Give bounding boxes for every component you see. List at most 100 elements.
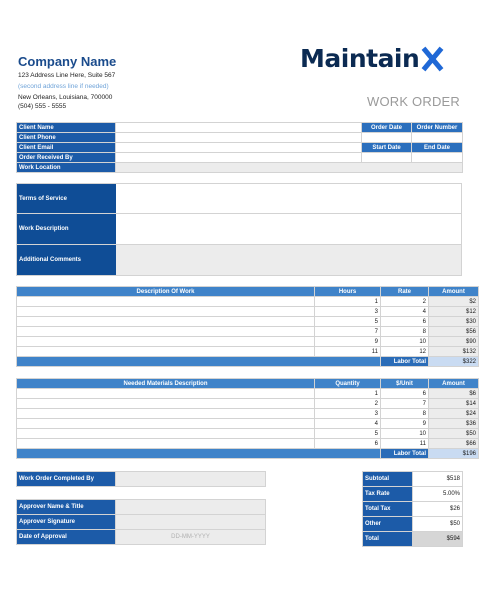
material-description-cell[interactable] xyxy=(16,398,315,409)
order-received-by-field[interactable] xyxy=(115,152,362,163)
quantity-cell[interactable]: 3 xyxy=(314,408,381,419)
approval-date-row: Date of Approval DD-MM-YYYY xyxy=(16,529,266,545)
material-description-cell[interactable] xyxy=(16,438,315,449)
approval-table: Approver Name & Title Approver Signature… xyxy=(16,499,266,545)
labor-description-cell[interactable] xyxy=(16,306,315,317)
client-email-label: Client Email xyxy=(16,142,116,153)
approver-name-field[interactable] xyxy=(115,499,266,515)
materials-description-header: Needed Materials Description xyxy=(16,378,315,389)
hours-cell[interactable]: 5 xyxy=(314,316,381,327)
materials-amount-header: Amount xyxy=(428,378,479,389)
quantity-cell[interactable]: 4 xyxy=(314,418,381,429)
unit-cell[interactable]: 6 xyxy=(380,388,429,399)
quantity-cell[interactable]: 5 xyxy=(314,428,381,439)
tax-rate-row: Tax Rate 5.00% xyxy=(362,486,463,502)
labor-total-bar xyxy=(16,356,381,367)
quantity-cell[interactable]: 2 xyxy=(314,398,381,409)
completed-by-field[interactable] xyxy=(115,471,266,487)
approver-signature-label: Approver Signature xyxy=(16,514,116,530)
labor-description-cell[interactable] xyxy=(16,346,315,357)
address-line-2: (second address line if needed) xyxy=(18,83,109,90)
client-email-field[interactable] xyxy=(115,142,362,153)
client-phone-field[interactable] xyxy=(115,132,362,143)
hours-cell[interactable]: 1 xyxy=(314,296,381,307)
rate-cell[interactable]: 2 xyxy=(380,296,429,307)
rate-cell[interactable]: 8 xyxy=(380,326,429,337)
start-date-field[interactable] xyxy=(361,152,412,163)
material-description-cell[interactable] xyxy=(16,388,315,399)
material-description-cell[interactable] xyxy=(16,428,315,439)
unit-cell[interactable]: 11 xyxy=(380,438,429,449)
table-row: 11 12 $132 xyxy=(16,346,479,357)
labor-hours-header: Hours xyxy=(314,286,381,297)
additional-comments-field[interactable] xyxy=(116,245,461,275)
city-line: New Orleans, Louisiana, 700000 xyxy=(18,94,113,101)
summary-table: Subtotal $518 Tax Rate 5.00% Total Tax $… xyxy=(362,471,463,547)
tax-rate-value[interactable]: 5.00% xyxy=(412,486,463,502)
rate-cell[interactable]: 4 xyxy=(380,306,429,317)
amount-cell: $30 xyxy=(428,316,479,327)
materials-table: Needed Materials Description Quantity $/… xyxy=(16,378,479,459)
phone-line: (504) 555 - 5555 xyxy=(18,103,67,110)
client-name-field[interactable] xyxy=(115,122,362,133)
quantity-cell[interactable]: 1 xyxy=(314,388,381,399)
labor-header-row: Description Of Work Hours Rate Amount xyxy=(16,286,479,297)
labor-description-cell[interactable] xyxy=(16,336,315,347)
start-date-label: Start Date xyxy=(361,142,412,153)
amount-cell: $6 xyxy=(428,388,479,399)
approver-signature-field[interactable] xyxy=(115,514,266,530)
client-name-label: Client Name xyxy=(16,122,116,133)
material-description-cell[interactable] xyxy=(16,408,315,419)
address-line-1: 123 Address Line Here, Suite 567 xyxy=(18,72,116,79)
labor-description-cell[interactable] xyxy=(16,316,315,327)
labor-amount-header: Amount xyxy=(428,286,479,297)
amount-cell: $50 xyxy=(428,428,479,439)
client-phone-label: Client Phone xyxy=(16,132,116,143)
labor-description-cell[interactable] xyxy=(16,326,315,337)
order-date-field[interactable] xyxy=(361,132,412,143)
order-number-field[interactable] xyxy=(411,132,463,143)
other-value[interactable]: $50 xyxy=(412,516,463,532)
unit-cell[interactable]: 7 xyxy=(380,398,429,409)
hours-cell[interactable]: 3 xyxy=(314,306,381,317)
work-description-field[interactable] xyxy=(116,214,461,244)
hours-cell[interactable]: 11 xyxy=(314,346,381,357)
unit-cell[interactable]: 10 xyxy=(380,428,429,439)
subtotal-label: Subtotal xyxy=(362,471,413,487)
table-row: 5 10 $50 xyxy=(16,428,479,439)
comments-row: Additional Comments xyxy=(16,245,462,276)
labor-rate-header: Rate xyxy=(380,286,429,297)
table-row: 1 6 $6 xyxy=(16,388,479,399)
rate-cell[interactable]: 12 xyxy=(380,346,429,357)
info-block: Terms of Service Work Description Additi… xyxy=(16,183,462,276)
work-location-field[interactable] xyxy=(115,162,463,173)
completed-by-row: Work Order Completed By xyxy=(16,471,266,487)
material-description-cell[interactable] xyxy=(16,418,315,429)
unit-cell[interactable]: 9 xyxy=(380,418,429,429)
hours-cell[interactable]: 7 xyxy=(314,326,381,337)
subtotal-value: $518 xyxy=(412,471,463,487)
amount-cell: $14 xyxy=(428,398,479,409)
table-row: 3 4 $12 xyxy=(16,306,479,317)
labor-description-header: Description Of Work xyxy=(16,286,315,297)
end-date-field[interactable] xyxy=(411,152,463,163)
quantity-cell[interactable]: 6 xyxy=(314,438,381,449)
materials-total-bar xyxy=(16,448,381,459)
order-number-label: Order Number xyxy=(411,122,463,133)
amount-cell: $24 xyxy=(428,408,479,419)
rate-cell[interactable]: 10 xyxy=(380,336,429,347)
grand-total-label: Total xyxy=(362,531,413,547)
approver-signature-row: Approver Signature xyxy=(16,514,266,530)
rate-cell[interactable]: 6 xyxy=(380,316,429,327)
end-date-label: End Date xyxy=(411,142,463,153)
labor-total-row: Labor Total $322 xyxy=(16,356,479,367)
hours-cell[interactable]: 9 xyxy=(314,336,381,347)
completed-by-table: Work Order Completed By xyxy=(16,471,266,487)
approval-date-field[interactable]: DD-MM-YYYY xyxy=(115,529,266,545)
unit-cell[interactable]: 8 xyxy=(380,408,429,419)
labor-description-cell[interactable] xyxy=(16,296,315,307)
approver-name-row: Approver Name & Title xyxy=(16,499,266,515)
terms-field[interactable] xyxy=(116,184,461,213)
labor-total-label: Labor Total xyxy=(380,356,429,367)
approver-name-label: Approver Name & Title xyxy=(16,499,116,515)
